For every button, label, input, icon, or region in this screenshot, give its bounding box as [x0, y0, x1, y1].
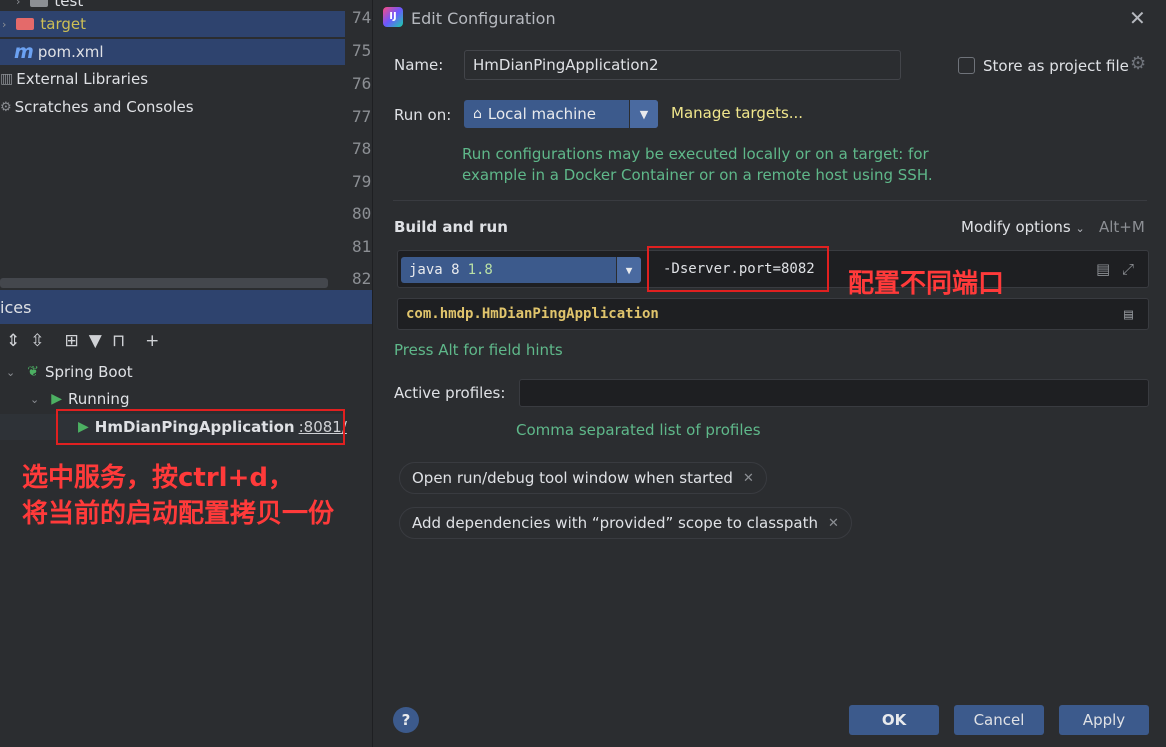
editor-gutter: 74 75 76 77 78 79 80 81 82	[345, 0, 373, 290]
apply-button[interactable]: Apply	[1059, 705, 1149, 735]
line-number: 74	[352, 8, 372, 27]
active-profiles-label: Active profiles:	[394, 384, 506, 402]
line-number: 78	[352, 139, 372, 158]
annotation-line: 选中服务，按ctrl+d，	[22, 463, 294, 493]
line-number: 81	[352, 237, 372, 256]
chevron-right-icon: ›	[2, 17, 7, 31]
main-class-value: com.hmdp.HmDianPingApplication	[406, 306, 659, 322]
add-service-icon[interactable]: +	[145, 331, 159, 351]
store-as-project-checkbox[interactable]	[958, 57, 975, 74]
dialog-title-bar[interactable]: IJ Edit Configuration ✕	[373, 0, 1166, 36]
run-icon: ▶	[51, 391, 62, 407]
section-divider	[393, 200, 1147, 201]
chevron-down-icon[interactable]: ▼	[629, 100, 658, 128]
expand-icon[interactable]: ⤢	[1122, 260, 1134, 278]
store-as-project-label: Store as project file	[983, 57, 1129, 75]
tree-item-label: test	[54, 0, 84, 10]
tree-item-label: Running	[68, 390, 130, 408]
jdk-version: 1.8	[467, 262, 493, 278]
expand-all-icon[interactable]: ⇕	[6, 331, 20, 351]
chip-label: Add dependencies with “provided” scope t…	[412, 514, 818, 532]
chevron-down-icon: ⌄	[30, 392, 40, 406]
tree-item-external-libraries[interactable]: ▥ External Libraries	[0, 66, 148, 92]
line-number: 76	[352, 74, 372, 93]
line-number: 80	[352, 204, 372, 223]
run-on-value: Local machine	[487, 105, 596, 123]
edit-configuration-dialog: IJ Edit Configuration ✕ Name: HmDianPing…	[372, 0, 1166, 747]
option-chip-open-tool-window[interactable]: Open run/debug tool window when started …	[399, 462, 767, 494]
annotation-text: 选中服务，按ctrl+d， 将当前的启动配置拷贝一份	[22, 460, 372, 532]
annotation-highlight-box	[647, 246, 829, 292]
tree-item-target[interactable]: › target	[0, 11, 345, 37]
tree-item-label: pom.xml	[37, 43, 104, 61]
gear-icon[interactable]: ⚙	[1130, 53, 1146, 74]
name-input-value: HmDianPingApplication2	[473, 56, 659, 74]
profiles-hint: Comma separated list of profiles	[516, 421, 761, 439]
run-on-hint-line2: example in a Docker Container or on a re…	[462, 166, 933, 184]
help-icon[interactable]: ?	[393, 707, 419, 733]
tree-item-spring-boot[interactable]: ⌄ ❦ Spring Boot	[6, 359, 133, 385]
library-icon: ▥	[0, 71, 14, 87]
folder-icon	[30, 0, 49, 7]
jdk-name: java 8	[409, 262, 460, 278]
tree-item-label: target	[40, 15, 87, 33]
maven-icon: m	[14, 41, 34, 63]
tree-item-label: Scratches and Consoles	[14, 98, 194, 116]
line-number: 79	[352, 172, 372, 191]
line-number: 82	[352, 269, 372, 288]
run-on-select[interactable]: ⌂ Local machine ▼	[464, 100, 658, 128]
services-toolbar: ⇕ ⇳ ⊞ ▼ ⊓ +	[0, 324, 372, 358]
field-hints-text: Press Alt for field hints	[394, 341, 563, 359]
dialog-title: Edit Configuration	[411, 9, 556, 28]
jdk-select[interactable]: java 8 1.8 ▼	[401, 257, 641, 283]
chevron-right-icon: ›	[16, 0, 21, 8]
close-icon[interactable]: ✕	[828, 516, 839, 531]
chevron-down-icon[interactable]: ▼	[616, 257, 641, 283]
modify-options-shortcut: Alt+M	[1099, 218, 1145, 236]
active-profiles-input[interactable]	[519, 379, 1149, 407]
annotation-line: 将当前的启动配置拷贝一份	[22, 499, 335, 529]
name-input[interactable]: HmDianPingApplication2	[464, 50, 901, 80]
home-icon: ⌂	[473, 106, 482, 122]
run-on-label: Run on:	[394, 106, 452, 124]
name-label: Name:	[394, 56, 444, 74]
project-horizontal-scrollbar[interactable]	[0, 278, 328, 288]
new-tab-icon[interactable]: ⊓	[112, 331, 125, 351]
tree-item-label: External Libraries	[16, 70, 149, 88]
option-chip-provided-scope[interactable]: Add dependencies with “provided” scope t…	[399, 507, 852, 539]
run-on-hint-line1: Run configurations may be executed local…	[462, 145, 929, 163]
spring-boot-icon: ❦	[27, 364, 39, 380]
tree-item-scratches[interactable]: ⚙ Scratches and Consoles	[0, 94, 194, 120]
tree-item-label: Spring Boot	[44, 363, 133, 381]
chevron-down-icon: ⌄	[6, 365, 16, 379]
annotation-line: 配置不同端口	[848, 269, 1005, 299]
close-icon[interactable]: ✕	[743, 471, 754, 486]
scratches-icon: ⚙	[0, 99, 12, 115]
collapse-all-icon[interactable]: ⇳	[30, 331, 44, 351]
annotation-text: 配置不同端口	[848, 263, 1004, 300]
close-icon[interactable]: ✕	[1129, 6, 1146, 30]
line-number: 75	[352, 41, 372, 60]
intellij-app-icon: IJ	[383, 7, 403, 27]
modify-options-label: Modify options	[961, 218, 1071, 236]
manage-targets-link[interactable]: Manage targets...	[671, 104, 803, 122]
document-icon[interactable]: ▤	[1124, 305, 1133, 323]
annotation-highlight-box	[56, 409, 345, 445]
tree-item-pom[interactable]: m pom.xml	[0, 39, 345, 65]
filter-icon[interactable]: ▼	[89, 331, 102, 351]
ok-button[interactable]: OK	[849, 705, 939, 735]
modify-options-link[interactable]: Modify options ⌄	[961, 218, 1085, 236]
group-by-icon[interactable]: ⊞	[65, 331, 79, 351]
cancel-button[interactable]: Cancel	[954, 705, 1044, 735]
services-title: ices	[0, 297, 32, 317]
project-panel: › test › target m pom.xml ▥ External Lib…	[0, 0, 345, 290]
chip-label: Open run/debug tool window when started	[412, 469, 733, 487]
document-icon[interactable]: ▤	[1096, 260, 1110, 278]
build-and-run-title: Build and run	[394, 218, 508, 236]
services-tool-window-header[interactable]: ices	[0, 290, 372, 324]
line-number: 77	[352, 107, 372, 126]
chevron-down-icon: ⌄	[1075, 222, 1085, 235]
folder-icon	[16, 18, 35, 30]
main-class-input[interactable]: com.hmdp.HmDianPingApplication ▤	[397, 298, 1149, 330]
